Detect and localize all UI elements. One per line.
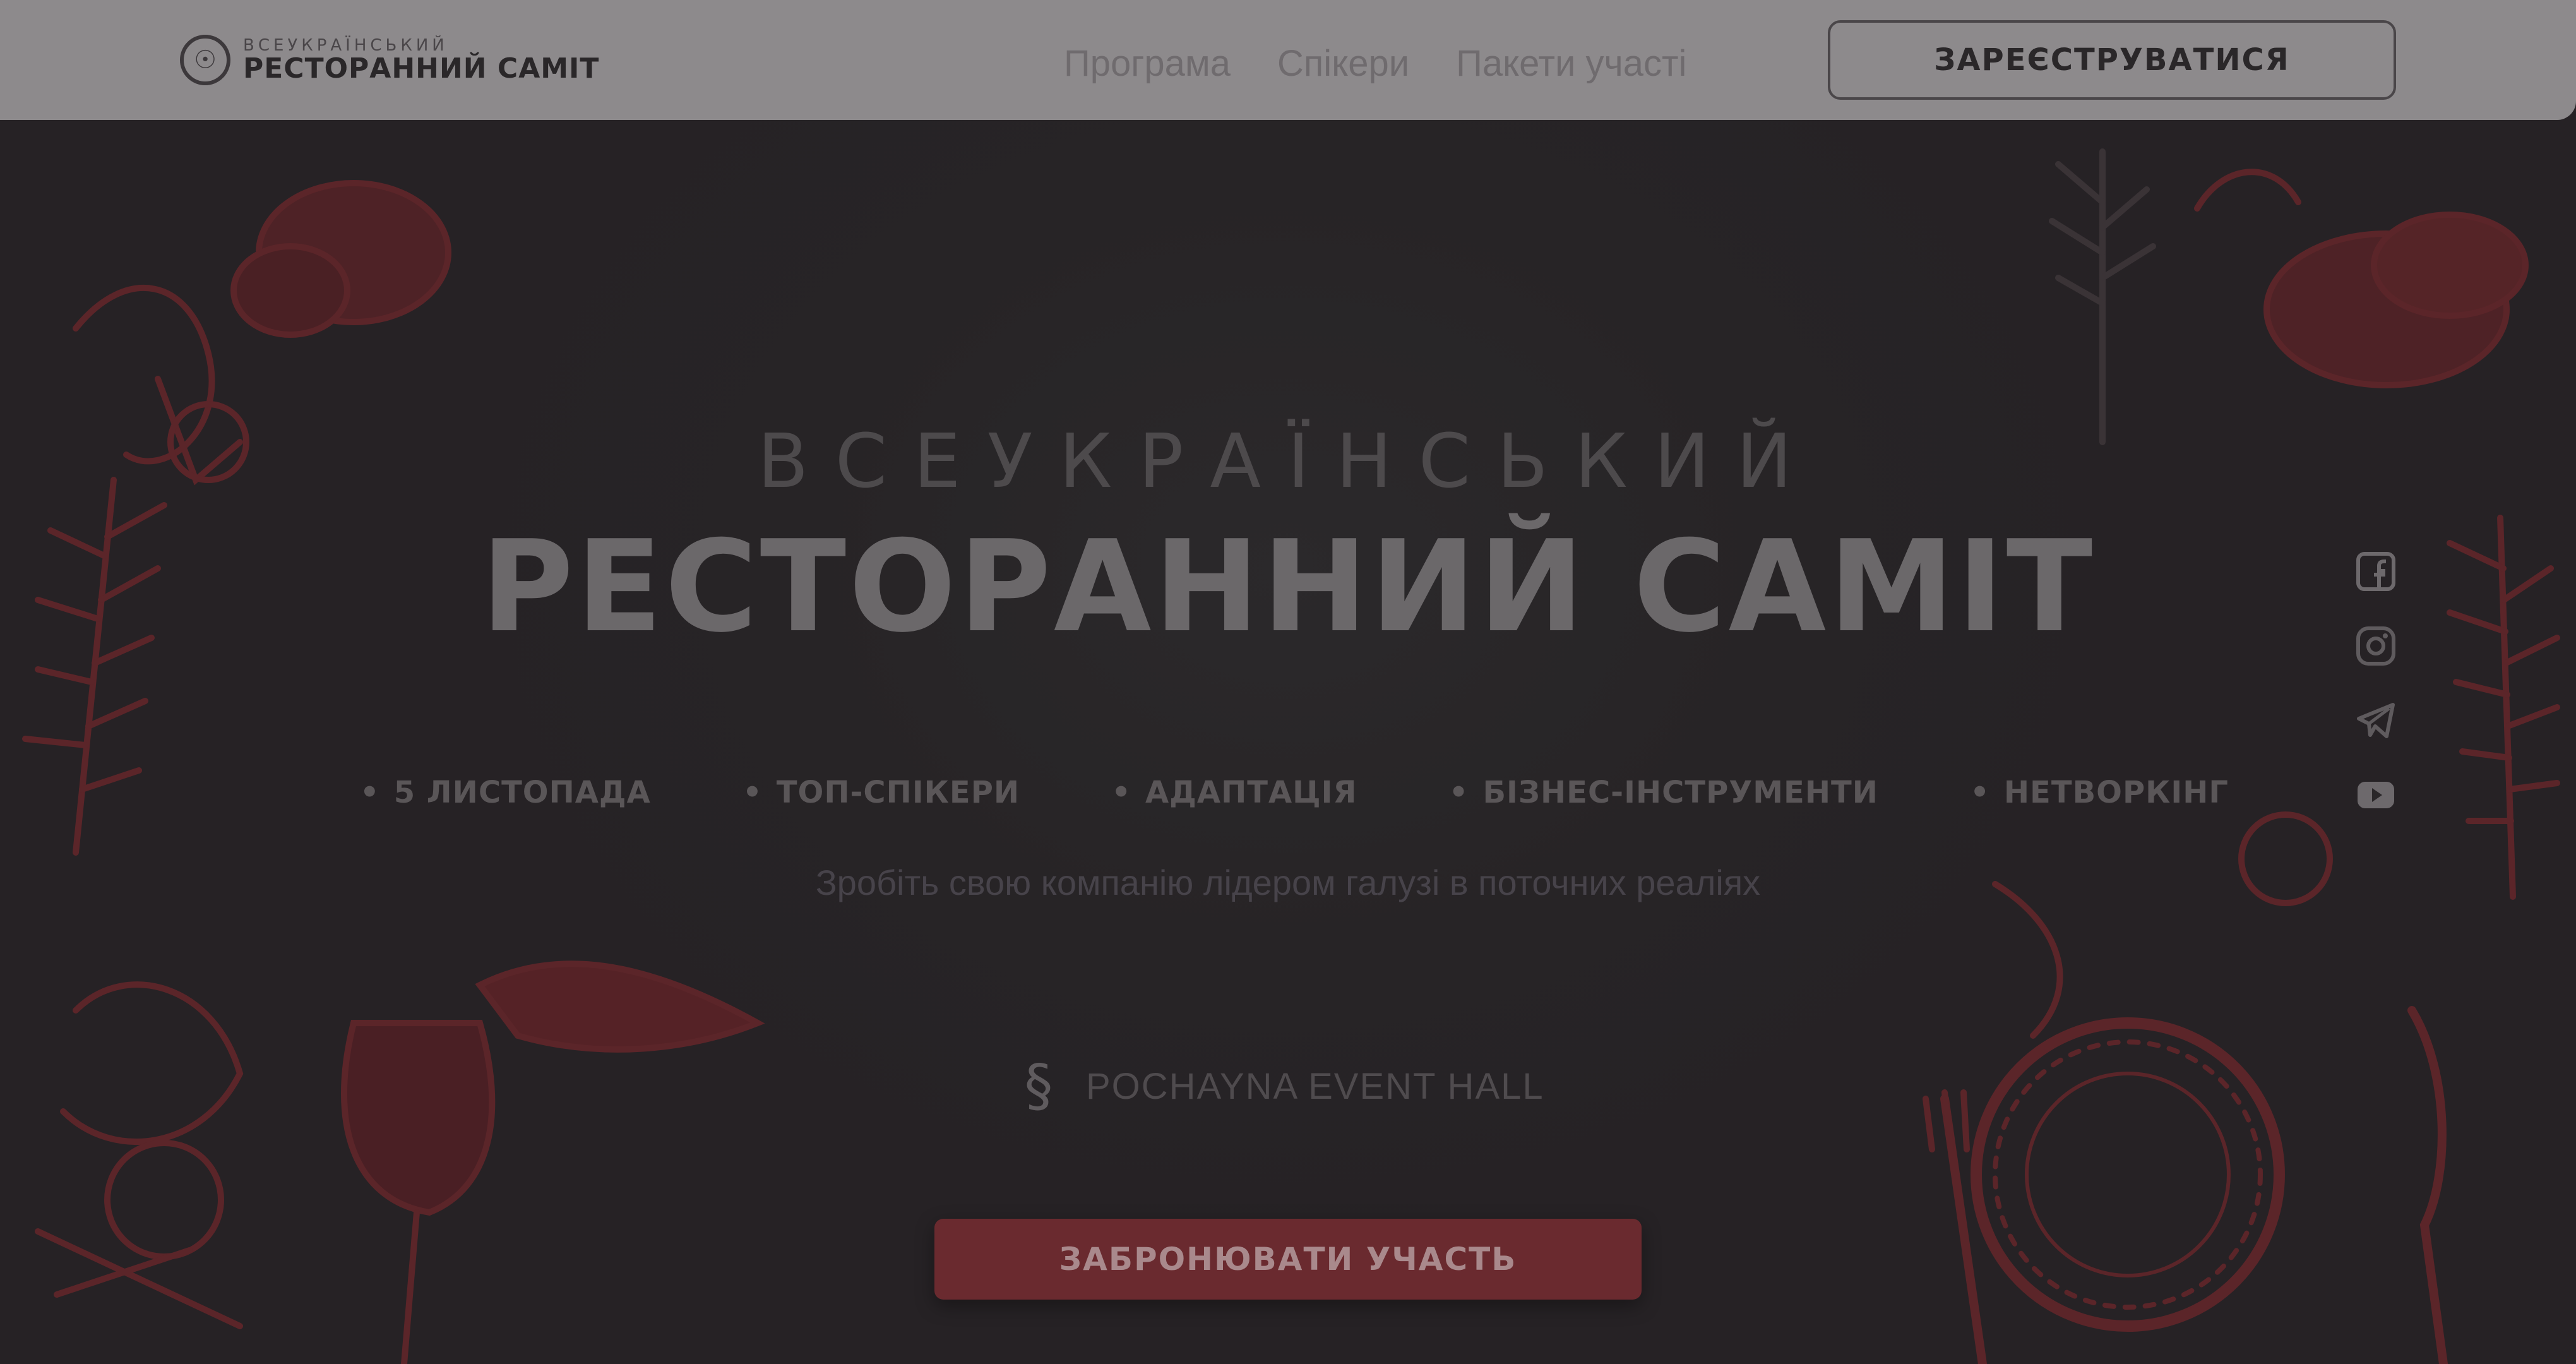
nav-link-program[interactable]: Програма bbox=[1064, 42, 1231, 85]
wine-glass-illustration bbox=[35, 960, 765, 1364]
social-links bbox=[2354, 549, 2398, 847]
main-nav: Програма Спікери Пакети участі bbox=[1064, 38, 1733, 88]
feature-label: АДАПТАЦІЯ bbox=[1145, 775, 1357, 810]
site-header: ☉ ВСЕУКРАЇНСЬКИЙ РЕСТОРАННИЙ САМІТ Прогр… bbox=[0, 0, 2576, 120]
venue-info: § POCHAYNA EVENT HALL bbox=[1017, 1048, 1544, 1124]
venue-logo-icon: § bbox=[1024, 1053, 1053, 1119]
facebook-icon[interactable] bbox=[2354, 549, 2398, 594]
venue-name: POCHAYNA EVENT HALL bbox=[1086, 1065, 1544, 1107]
youtube-icon[interactable] bbox=[2354, 773, 2398, 817]
feature-label: 5 ЛИСТОПАДА bbox=[393, 775, 651, 810]
logo-title: РЕСТОРАННИЙ САМІТ bbox=[243, 52, 600, 85]
feature-label: ТОП-СПІКЕРИ bbox=[776, 775, 1020, 810]
bullet-icon: • bbox=[360, 775, 380, 810]
fruit-illustration-top-right bbox=[2049, 148, 2529, 445]
register-button[interactable]: ЗАРЕЄСТРУВАТИСЯ bbox=[1828, 20, 2396, 100]
book-participation-button[interactable]: ЗАБРОНЮВАТИ УЧАСТЬ bbox=[934, 1219, 1642, 1300]
logo-mark-icon: ☉ bbox=[180, 35, 230, 85]
page: ☉ ВСЕУКРАЇНСЬКИЙ РЕСТОРАННИЙ САМІТ Прогр… bbox=[0, 0, 2576, 1364]
decorative-illustrations bbox=[22, 148, 2560, 1364]
bullet-icon: • bbox=[742, 775, 763, 810]
feature-item-adaptation: • АДАПТАЦІЯ bbox=[1111, 775, 1357, 810]
feature-item-business-tools: • БІЗНЕС-ІНСТРУМЕНТИ bbox=[1449, 775, 1878, 810]
instagram-icon[interactable] bbox=[2354, 624, 2398, 668]
hero-tagline: Зробіть свою компанію лідером галузі в п… bbox=[815, 863, 1761, 902]
feature-label: БІЗНЕС-ІНСТРУМЕНТИ bbox=[1482, 775, 1878, 810]
nav-link-speakers[interactable]: Спікери bbox=[1277, 42, 1409, 85]
feature-item-speakers: • ТОП-СПІКЕРИ bbox=[742, 775, 1020, 810]
nav-link-packages[interactable]: Пакети участі bbox=[1456, 42, 1686, 85]
feature-list: • 5 ЛИСТОПАДА • ТОП-СПІКЕРИ • АДАПТАЦІЯ • БІ… bbox=[360, 767, 2229, 818]
feature-item-networking: • НЕТВОРКІНГ bbox=[1970, 775, 2229, 810]
logo-text: ВСЕУКРАЇНСЬКИЙ РЕСТОРАННИЙ САМІТ bbox=[243, 37, 599, 83]
bullet-icon: • bbox=[1970, 775, 1990, 810]
bullet-icon: • bbox=[1111, 775, 1132, 810]
site-logo[interactable]: ☉ ВСЕУКРАЇНСЬКИЙ РЕСТОРАННИЙ САМІТ bbox=[180, 32, 599, 88]
bullet-icon: • bbox=[1448, 775, 1469, 810]
hero-subtitle: ВСЕУКРАЇНСЬКИЙ bbox=[757, 417, 1819, 505]
feature-item-date: • 5 ЛИСТОПАДА bbox=[360, 775, 651, 810]
hero-title: РЕСТОРАННИЙ САМІТ bbox=[480, 513, 2096, 661]
feature-label: НЕТВОРКІНГ bbox=[2003, 775, 2229, 810]
telegram-icon[interactable] bbox=[2354, 698, 2398, 743]
logo-subtitle: ВСЕУКРАЇНСЬКИЙ bbox=[243, 36, 448, 55]
